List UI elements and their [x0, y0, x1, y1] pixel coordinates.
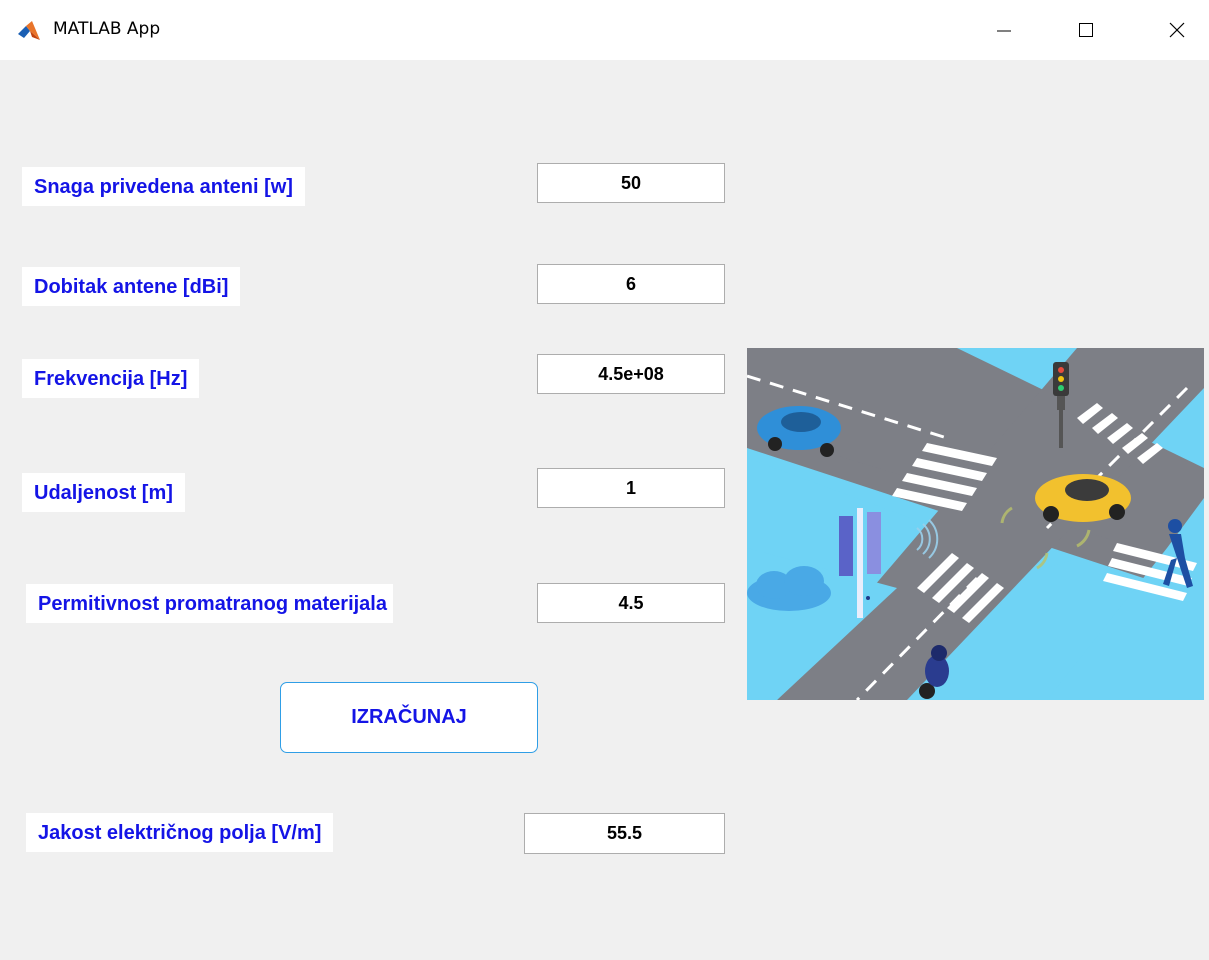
close-button[interactable]: [1147, 0, 1207, 60]
snaga-input[interactable]: 50: [537, 163, 725, 203]
frekvencija-input[interactable]: 4.5e+08: [537, 354, 725, 394]
udaljenost-input[interactable]: 1: [537, 468, 725, 508]
matlab-logo-icon: [18, 21, 40, 40]
dobitak-input[interactable]: 6: [537, 264, 725, 304]
permitivnost-input[interactable]: 4.5: [537, 583, 725, 623]
maximize-icon: [1079, 23, 1093, 37]
dobitak-label: Dobitak antene [dBi]: [22, 267, 241, 306]
title-bar: MATLAB App: [0, 0, 1209, 60]
minimize-button[interactable]: [974, 0, 1034, 60]
close-icon: [1169, 22, 1185, 38]
calculate-button[interactable]: IZRAČUNAJ: [280, 682, 538, 753]
result-output: 55.5: [524, 813, 725, 854]
maximize-button[interactable]: [1056, 0, 1116, 60]
snaga-label: Snaga privedena anteni [w]: [22, 167, 305, 206]
window-title: MATLAB App: [53, 19, 161, 39]
v2x-scene-graphic: [747, 348, 1204, 700]
v2x-intersection-image: [747, 348, 1204, 700]
udaljenost-label: Udaljenost [m]: [22, 473, 185, 512]
frekvencija-label: Frekvencija [Hz]: [22, 359, 200, 398]
permitivnost-label: Permitivnost promatranog materijala: [26, 584, 393, 623]
result-label: Jakost električnog polja [V/m]: [26, 813, 334, 852]
minimize-icon: [997, 30, 1011, 32]
